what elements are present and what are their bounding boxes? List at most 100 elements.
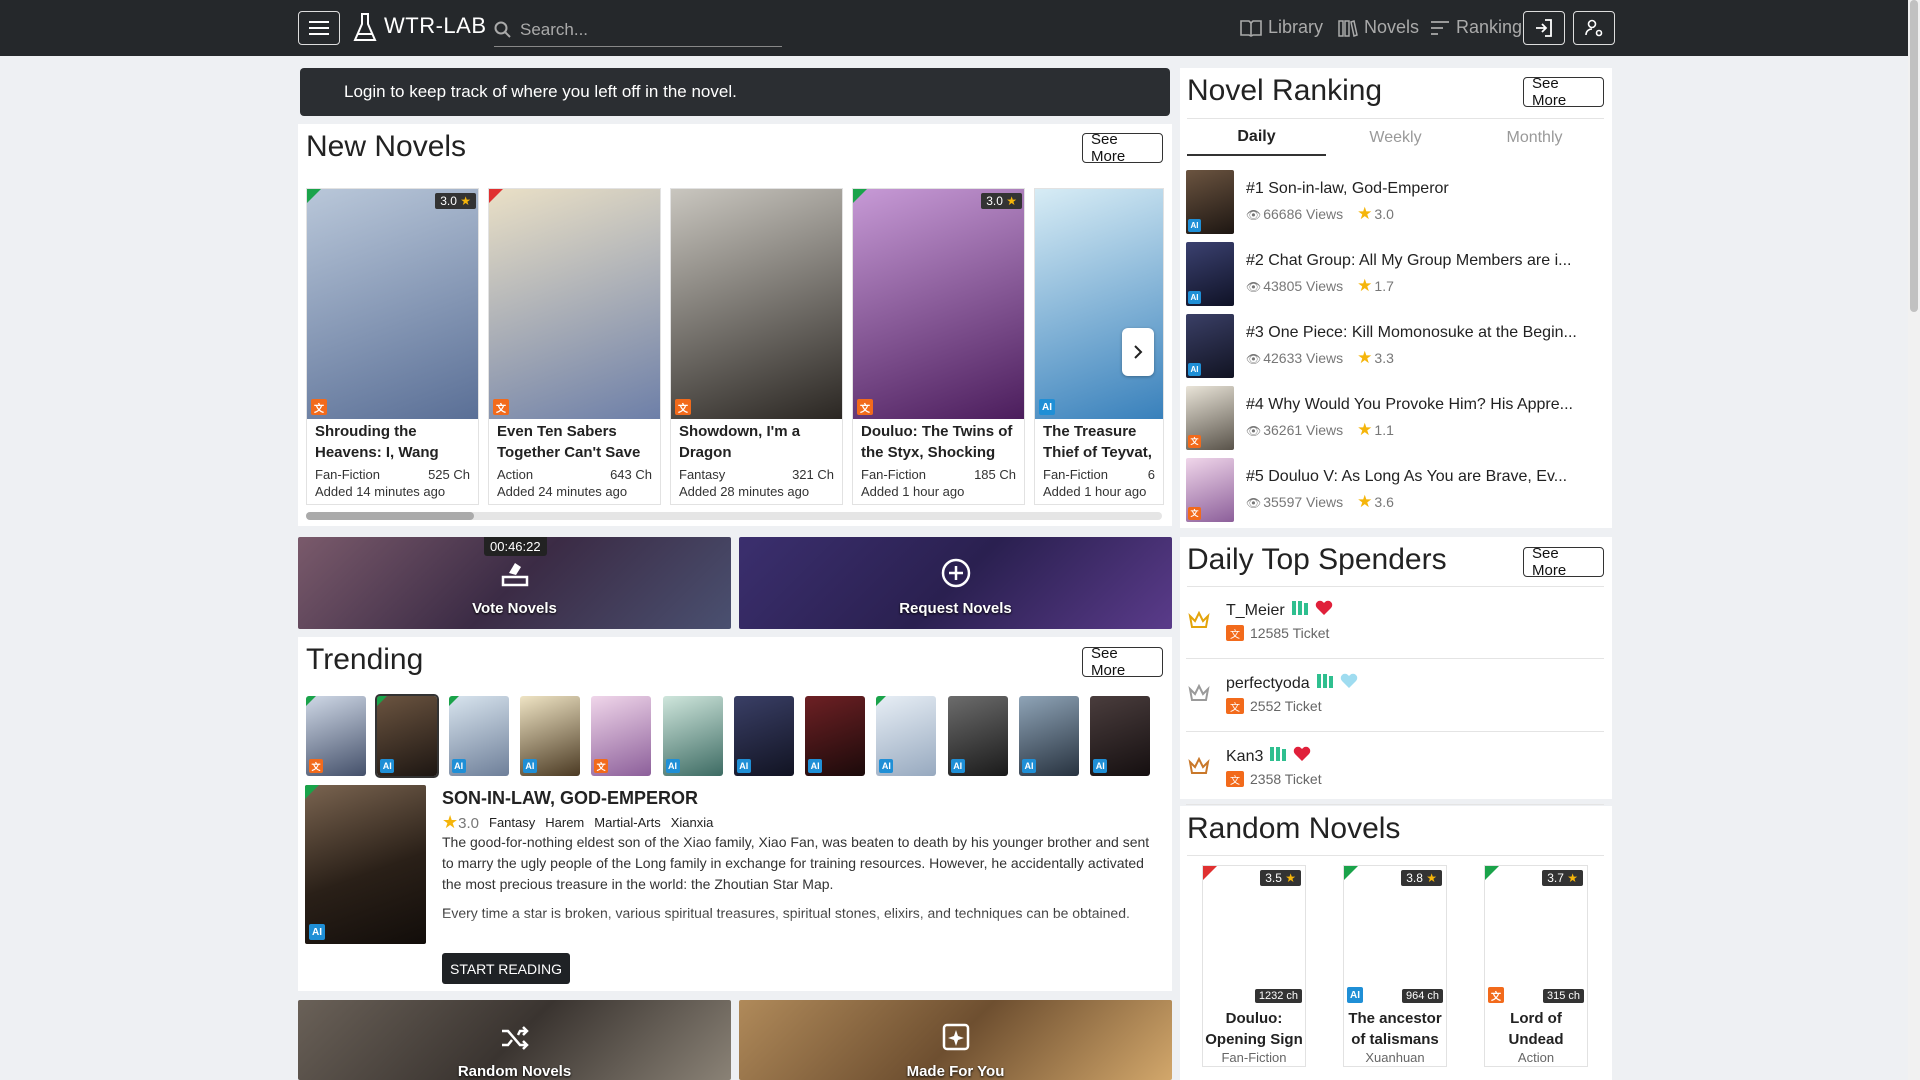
novel-cover[interactable]: 文 [671,189,842,419]
ranking-cover[interactable]: 文 [1186,458,1234,522]
carousel-next-button[interactable] [1122,328,1154,376]
novel-cover[interactable]: 3.0 ★ 文 [853,189,1024,419]
tab-weekly[interactable]: Weekly [1326,120,1465,156]
ranking-cover[interactable]: AI [1186,242,1234,306]
made-for-you-label: Made For You [906,1063,1005,1080]
trending-thumb[interactable]: AI [1019,696,1079,776]
trending-thumb[interactable]: 文 [306,696,366,776]
trending-thumb[interactable]: 文 [591,696,652,776]
ranking-cover[interactable]: 文 [1186,386,1234,450]
spender-name[interactable]: perfectyoda [1226,675,1310,693]
tag-martial-arts[interactable]: Martial-Arts [594,815,660,830]
nav-library[interactable]: Library [1240,17,1323,38]
trending-thumb[interactable]: AI [519,696,580,776]
nav-novels[interactable]: Novels [1338,17,1419,38]
request-novels-banner[interactable]: Request Novels [739,537,1172,629]
trending-thumb[interactable]: AI [1090,696,1151,776]
ranking-item[interactable]: AI #2 Chat Group: All My Group Members ar… [1186,242,1606,306]
ranking-title-text[interactable]: #4 Why Would You Provoke Him? His Appre.… [1246,396,1606,414]
menu-button[interactable] [298,11,340,45]
carousel-scrollbar-thumb[interactable] [306,512,474,520]
spender-item[interactable]: T_Meier 文 12585 Ticket [1186,587,1604,659]
random-novel-title[interactable]: The ancestor of talismans [1344,1008,1446,1050]
made-for-you-banner[interactable]: Made For You [739,1000,1172,1080]
random-novel-cover[interactable]: 3.5 ★ 1232 ch [1203,866,1305,1006]
spender-name[interactable]: T_Meier [1226,602,1285,620]
brand-name[interactable]: WTR-LAB [384,13,487,39]
ranking-see-more-button[interactable]: See More [1523,75,1604,109]
star-icon: ★ [442,812,459,832]
trending-see-more-button[interactable]: See More [1082,645,1163,679]
login-button[interactable] [1523,11,1565,45]
spender-item[interactable]: Kan3 文 2358 Ticket [1186,733,1604,805]
tag-xianxia[interactable]: Xianxia [671,815,714,830]
nav-ranking[interactable]: Ranking [1430,17,1522,38]
trending-thumb[interactable]: AI [375,694,440,778]
ranking-item[interactable]: AI #1 Son-in-law, God-Emperor 👁 66686 Views… [1186,170,1606,234]
random-novels-banner[interactable]: Random Novels [298,1000,731,1080]
translated-badge-icon: 文 [594,759,609,773]
trending-thumb[interactable]: AI [805,696,866,776]
spender-name[interactable]: Kan3 [1226,748,1263,766]
novel-card[interactable]: 文 Even Ten Sabers Together Can't Save Acti… [488,188,661,505]
flask-logo-icon[interactable] [352,12,378,44]
novel-cover[interactable]: AI [1035,189,1163,419]
search-input[interactable] [518,19,768,41]
translated-badge-icon: 文 [1188,507,1201,520]
carousel-scrollbar[interactable] [306,512,1162,520]
ranking-title-text[interactable]: #1 Son-in-law, God-Emperor [1246,180,1606,198]
trending-thumb[interactable]: AI [876,696,937,776]
spender-item[interactable]: perfectyoda 文 2552 Ticket [1186,660,1604,732]
novel-card[interactable]: 3.0 ★ 文 Shrouding the Heavens: I, Wang Fan-… [306,188,479,505]
ranking-title-text[interactable]: #5 Douluo V: As Long As You are Brave, E… [1246,468,1606,486]
novel-title[interactable]: Douluo: The Twins of the Styx, Shocking … [853,419,1024,465]
star-icon: ★ [1002,194,1017,208]
spender-name-row: T_Meier [1226,599,1333,622]
novel-cover[interactable]: 3.0 ★ 文 [307,189,478,419]
search-box[interactable] [494,14,782,47]
ranking-item[interactable]: 文 #5 Douluo V: As Long As You are Brave, … [1186,458,1606,522]
start-reading-button[interactable]: START READING [442,953,570,984]
new-novels-see-more-button[interactable]: See More [1082,131,1163,165]
novel-title[interactable]: Shrouding the Heavens: I, Wang [307,419,478,465]
tag-harem[interactable]: Harem [545,815,584,830]
tab-monthly[interactable]: Monthly [1465,120,1604,156]
novel-title[interactable]: Showdown, I'm a Dragon [671,419,842,465]
ranking-item[interactable]: AI #3 One Piece: Kill Momonosuke at the B… [1186,314,1606,378]
random-novel-title[interactable]: Douluo: Opening Sign [1203,1008,1305,1050]
random-novel-cover[interactable]: 3.7 ★ 文 315 ch [1485,866,1587,1006]
trending-thumb[interactable]: AI [448,696,509,776]
corner-flag [448,696,459,706]
novel-card[interactable]: 文 Showdown, I'm a Dragon Fantasy 321 Ch Adde… [670,188,843,505]
ranking-title-text[interactable]: #2 Chat Group: All My Group Members are … [1246,252,1606,270]
ranking-cover[interactable]: AI [1186,314,1234,378]
featured-title[interactable]: SON-IN-LAW, GOD-EMPEROR [442,788,698,809]
trending-thumb[interactable]: AI [662,696,723,776]
shuffle-icon [501,1026,529,1050]
novel-card[interactable]: 3.0 ★ 文 Douluo: The Twins of the Styx, Sho… [852,188,1025,505]
ranking-cover[interactable]: AI [1186,170,1234,234]
novel-title[interactable]: Even Ten Sabers Together Can't Save [489,419,660,465]
random-novel-cover[interactable]: 3.8 ★ AI 964 ch [1344,866,1446,1006]
random-novel-card[interactable]: 3.7 ★ 文 315 ch Lord of Undead Action [1484,865,1588,1067]
tab-daily[interactable]: Daily [1187,120,1326,156]
novel-title[interactable]: The Treasure Thief of Teyvat, Robber [1035,419,1163,465]
tag-fantasy[interactable]: Fantasy [489,815,535,830]
vote-novels-banner[interactable]: 00:46:22 Vote Novels [298,537,731,629]
ranking-item[interactable]: 文 #4 Why Would You Provoke Him? His Appre… [1186,386,1606,450]
page-scrollbar-thumb[interactable] [1910,0,1918,312]
ranking-divider [1187,118,1604,119]
random-novel-card[interactable]: 3.5 ★ 1232 ch Douluo: Opening Sign Fan-Fict… [1202,865,1306,1067]
user-settings-button[interactable] [1573,11,1615,45]
featured-cover[interactable]: AI [305,785,426,944]
star-icon: ★ [1563,871,1578,885]
random-novel-title[interactable]: Lord of Undead [1485,1008,1587,1050]
random-novel-card[interactable]: 3.8 ★ AI 964 ch The ancestor of talismans Xu… [1343,865,1447,1067]
heart-badge-icon [1315,599,1333,622]
ranking-title-text[interactable]: #3 One Piece: Kill Momonosuke at the Beg… [1246,324,1606,342]
spenders-see-more-button[interactable]: See More [1523,545,1604,579]
trending-thumb[interactable]: AI [947,696,1008,776]
page-scrollbar[interactable] [1908,0,1920,1080]
trending-thumb[interactable]: AI [733,696,794,776]
novel-cover[interactable]: 文 [489,189,660,419]
